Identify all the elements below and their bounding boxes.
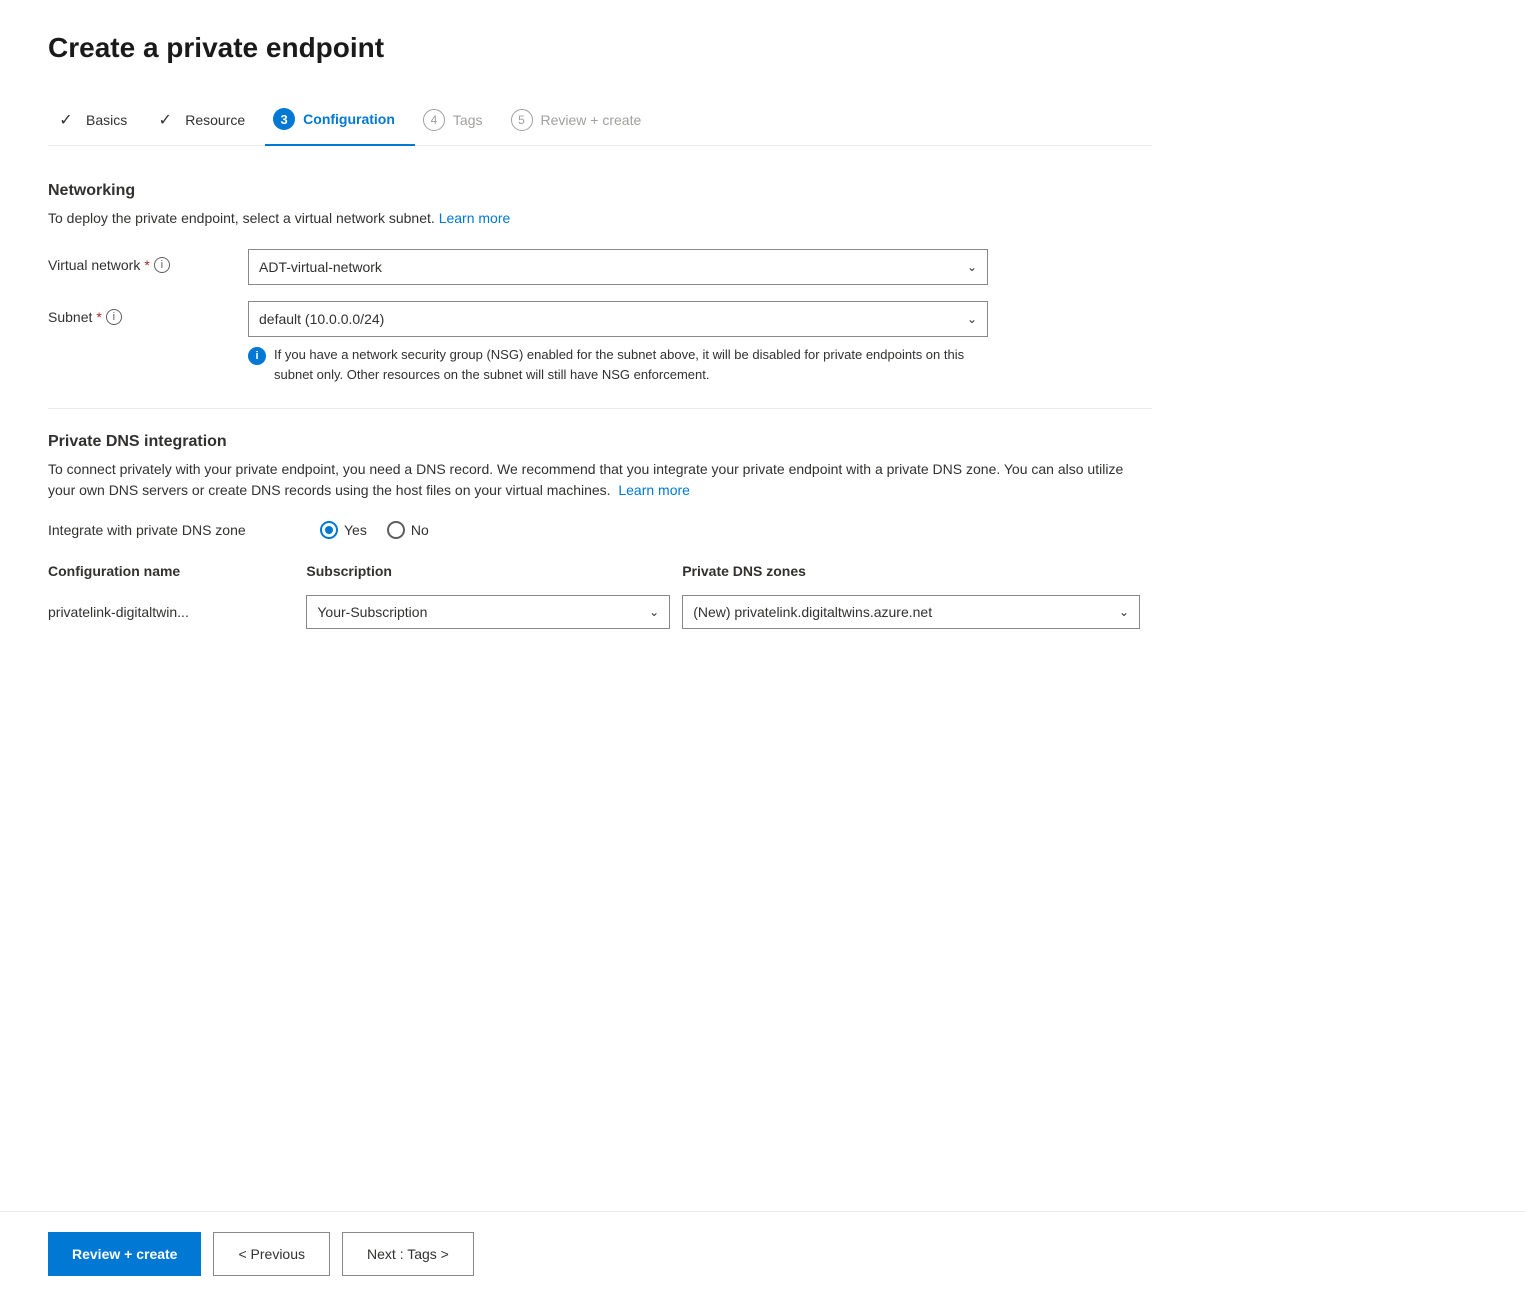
networking-title: Networking (48, 182, 1152, 200)
review-create-button[interactable]: Review + create (48, 1232, 201, 1276)
dns-radio-yes-inner (325, 526, 333, 534)
dns-learn-more[interactable]: Learn more (618, 482, 690, 498)
subnet-info-icon[interactable]: i (106, 309, 122, 325)
networking-learn-more[interactable]: Learn more (439, 210, 511, 226)
subnet-control: default (10.0.0.0/24) ⌄ i If you have a … (248, 301, 1152, 384)
subnet-label: Subnet * i (48, 301, 248, 325)
dns-col-zone-header: Private DNS zones (682, 555, 1152, 587)
virtual-network-chevron: ⌄ (967, 260, 977, 274)
step-icon-resource: ✓ (155, 109, 177, 131)
step-icon-basics: ✓ (56, 109, 78, 131)
wizard-steps: ✓ Basics ✓ Resource 3 Configuration 4 Ta… (48, 96, 1152, 146)
dns-radio-yes-outer (320, 521, 338, 539)
dns-zone-dropdown[interactable]: (New) privatelink.digitaltwins.azure.net… (682, 595, 1140, 629)
networking-section: Networking To deploy the private endpoin… (48, 182, 1152, 384)
virtual-network-control: ADT-virtual-network ⌄ (248, 249, 1152, 285)
step-label-review: Review + create (541, 112, 642, 128)
wizard-step-review[interactable]: 5 Review + create (503, 97, 662, 145)
virtual-network-info-icon[interactable]: i (154, 257, 170, 273)
footer: Review + create < Previous Next : Tags > (0, 1211, 1525, 1296)
dns-subscription-chevron: ⌄ (649, 605, 659, 619)
dns-section-desc: To connect privately with your private e… (48, 459, 1152, 501)
dns-radio-no[interactable]: No (387, 521, 429, 539)
virtual-network-dropdown[interactable]: ADT-virtual-network ⌄ (248, 249, 988, 285)
integrate-dns-label: Integrate with private DNS zone (48, 522, 308, 538)
dns-subscription-cell: Your-Subscription ⌄ (306, 587, 682, 637)
dns-config-name: privatelink-digitaltwin... (48, 587, 306, 637)
step-label-resource: Resource (185, 112, 245, 128)
virtual-network-label: Virtual network * i (48, 249, 248, 273)
subnet-row: Subnet * i default (10.0.0.0/24) ⌄ i If … (48, 301, 1152, 384)
dns-radio-group: Yes No (320, 521, 429, 539)
dns-subscription-dropdown[interactable]: Your-Subscription ⌄ (306, 595, 670, 629)
dns-radio-no-label: No (411, 522, 429, 538)
dns-radio-yes[interactable]: Yes (320, 521, 367, 539)
dns-radio-no-outer (387, 521, 405, 539)
virtual-network-row: Virtual network * i ADT-virtual-network … (48, 249, 1152, 285)
subnet-dropdown[interactable]: default (10.0.0.0/24) ⌄ (248, 301, 988, 337)
subnet-required: * (96, 309, 101, 325)
dns-section: Private DNS integration To connect priva… (48, 433, 1152, 637)
dns-col-sub-header: Subscription (306, 555, 682, 587)
subnet-chevron: ⌄ (967, 312, 977, 326)
dns-table-row: privatelink-digitaltwin... Your-Subscrip… (48, 587, 1152, 637)
networking-desc: To deploy the private endpoint, select a… (48, 208, 1152, 229)
integrate-dns-row: Integrate with private DNS zone Yes No (48, 521, 1152, 539)
virtual-network-required: * (144, 257, 149, 273)
page-title: Create a private endpoint (48, 32, 1152, 64)
dns-zone-chevron: ⌄ (1119, 605, 1129, 619)
dns-zone-cell: (New) privatelink.digitaltwins.azure.net… (682, 587, 1152, 637)
dns-section-title: Private DNS integration (48, 433, 1152, 451)
wizard-step-tags[interactable]: 4 Tags (415, 97, 503, 145)
step-label-basics: Basics (86, 112, 127, 128)
step-icon-configuration: 3 (273, 108, 295, 130)
dns-col-name-header: Configuration name (48, 555, 306, 587)
section-divider (48, 408, 1152, 409)
wizard-step-resource[interactable]: ✓ Resource (147, 97, 265, 145)
step-label-tags: Tags (453, 112, 483, 128)
nsg-info-circle-icon: i (248, 347, 266, 365)
nsg-info-box: i If you have a network security group (… (248, 345, 988, 384)
dns-radio-yes-label: Yes (344, 522, 367, 538)
step-icon-review: 5 (511, 109, 533, 131)
wizard-step-configuration[interactable]: 3 Configuration (265, 96, 415, 146)
wizard-step-basics[interactable]: ✓ Basics (48, 97, 147, 145)
subnet-value: default (10.0.0.0/24) (259, 311, 384, 327)
step-label-configuration: Configuration (303, 111, 395, 127)
step-icon-tags: 4 (423, 109, 445, 131)
dns-subscription-value: Your-Subscription (317, 604, 427, 620)
nsg-info-text: If you have a network security group (NS… (274, 345, 988, 384)
virtual-network-value: ADT-virtual-network (259, 259, 382, 275)
dns-table: Configuration name Subscription Private … (48, 555, 1152, 637)
dns-zone-value: (New) privatelink.digitaltwins.azure.net (693, 604, 932, 620)
next-button[interactable]: Next : Tags > (342, 1232, 474, 1276)
previous-button[interactable]: < Previous (213, 1232, 330, 1276)
